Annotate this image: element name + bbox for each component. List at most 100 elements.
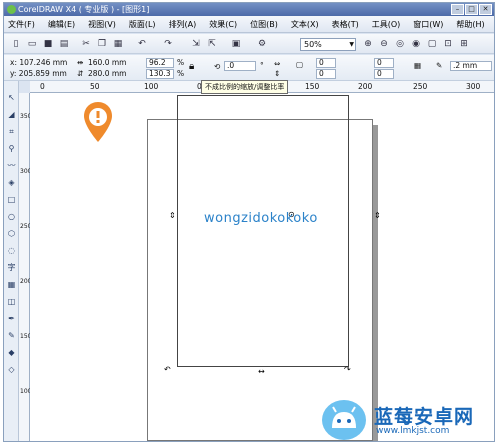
menu-table[interactable]: 表格(T) — [332, 19, 359, 30]
outline-tool-icon[interactable]: ✎ — [5, 329, 18, 342]
corner-b-field[interactable]: 0 — [316, 69, 336, 79]
text-tool-icon[interactable]: 字 — [5, 261, 18, 274]
robot-logo-icon — [322, 400, 366, 440]
chevron-down-icon: ▼ — [349, 41, 354, 48]
height-field[interactable]: 280.0 mm — [88, 69, 126, 78]
table-tool-icon[interactable]: ▦ — [5, 278, 18, 291]
crop-tool-icon[interactable]: ⌗ — [5, 125, 18, 138]
ruler-h-label: 0 — [40, 82, 45, 91]
wrap-icon[interactable]: ▦ — [414, 61, 421, 70]
maximize-button[interactable]: □ — [465, 4, 478, 15]
y-position[interactable]: y: 205.859 mm — [10, 69, 67, 78]
menu-text[interactable]: 文本(X) — [291, 19, 319, 30]
scale-y-field[interactable]: 130.3 — [146, 69, 174, 79]
width-field[interactable]: 160.0 mm — [88, 58, 126, 67]
skew-handle-bottom[interactable]: ↔ — [258, 367, 265, 376]
watermark-url: www.lmkjst.com — [376, 426, 450, 436]
zoom-width-icon[interactable]: ⊡ — [442, 38, 454, 50]
menu-bitmaps[interactable]: 位图(B) — [250, 19, 278, 30]
cut-icon[interactable]: ✂ — [80, 38, 92, 50]
shape-tool-icon[interactable]: ◢ — [5, 108, 18, 121]
menu-file[interactable]: 文件(F) — [8, 19, 35, 30]
corner-a-field[interactable]: 0 — [316, 58, 336, 68]
polygon-tool-icon[interactable]: ⬡ — [5, 227, 18, 240]
menu-layout[interactable]: 版面(L) — [129, 19, 156, 30]
interactive-fill-icon[interactable]: ◇ — [5, 363, 18, 376]
rotation-field[interactable]: .0 — [224, 61, 256, 71]
width-icon: ⇹ — [77, 58, 84, 67]
interactive-tool-icon[interactable]: ◫ — [5, 295, 18, 308]
scale-x-unit: % — [177, 58, 185, 67]
save-icon[interactable]: ■ — [42, 38, 54, 50]
zoom-selected-icon[interactable]: ◎ — [394, 38, 406, 50]
standard-toolbar: ▯ ▭ ■ ▤ ✂ ❐ ▦ ↶ ↷ ⇲ ⇱ ▣ ⚙ 50% ▼ ⊕ ⊖ ◎ ◉ … — [4, 34, 494, 54]
page-shadow — [373, 125, 378, 441]
warning-marker-icon — [84, 102, 112, 142]
property-bar: x: 107.246 mm y: 205.859 mm ⇹ 160.0 mm ⇵… — [4, 55, 494, 81]
resize-handle-right[interactable]: ⇕ — [374, 211, 381, 220]
zoom-page-icon[interactable]: ▢ — [426, 38, 438, 50]
paste-icon[interactable]: ▦ — [112, 38, 124, 50]
scale-x-field[interactable]: 96.2 — [146, 58, 174, 68]
undo-icon[interactable]: ↶ — [136, 38, 148, 50]
zoom-tool-icon[interactable]: ⚲ — [5, 142, 18, 155]
rectangle-tool-icon[interactable]: □ — [5, 193, 18, 206]
mirror-h-icon[interactable]: ⇔ — [274, 59, 280, 68]
fill-tool-icon[interactable]: ◆ — [5, 346, 18, 359]
export-icon[interactable]: ⇱ — [206, 38, 218, 50]
open-icon[interactable]: ▭ — [26, 38, 38, 50]
mirror-v-icon[interactable]: ⇕ — [274, 69, 280, 78]
eyedropper-icon[interactable]: ✒ — [5, 312, 18, 325]
menu-tools[interactable]: 工具(O) — [372, 19, 401, 30]
app-window: CorelDRAW X4 ( 专业版 ) - [图形1] – □ ✕ 文件(F)… — [3, 2, 495, 442]
basic-shapes-icon[interactable]: ◌ — [5, 244, 18, 257]
print-icon[interactable]: ▤ — [58, 38, 70, 50]
skew-handle-bottom-left[interactable]: ↶ — [164, 365, 171, 374]
toolbox: ↖ ◢ ⌗ ⚲ 〰 ◈ □ ○ ⬡ ◌ 字 ▦ ◫ ✒ ✎ ◆ ◇ — [4, 81, 19, 441]
skew-handle-bottom-right[interactable]: ↷ — [344, 365, 351, 374]
launcher-icon[interactable]: ▣ — [230, 38, 242, 50]
menu-edit[interactable]: 编辑(E) — [48, 19, 75, 30]
tooltip: 不成比例的缩放/调整比率 — [201, 80, 289, 94]
ruler-h-label: 50 — [90, 82, 100, 91]
close-button[interactable]: ✕ — [479, 4, 492, 15]
menu-arrange[interactable]: 排列(A) — [169, 19, 197, 30]
ellipse-tool-icon[interactable]: ○ — [5, 210, 18, 223]
outline-width-field[interactable]: .2 mm — [450, 61, 492, 71]
copy-icon[interactable]: ❐ — [96, 38, 108, 50]
options-icon[interactable]: ⚙ — [256, 38, 268, 50]
pick-tool-icon[interactable]: ↖ — [5, 91, 18, 104]
window-controls: – □ ✕ — [451, 4, 492, 15]
zoom-height-icon[interactable]: ⊞ — [458, 38, 470, 50]
zoom-all-icon[interactable]: ◉ — [410, 38, 422, 50]
app-logo-icon — [7, 5, 16, 14]
menu-window[interactable]: 窗口(W) — [413, 19, 443, 30]
selection-box[interactable] — [177, 95, 349, 367]
height-icon: ⇵ — [77, 69, 84, 78]
watermark: 蓝莓安卓网 www.lmkjst.com — [318, 398, 498, 444]
logo-text[interactable]: wongzidokokoko — [204, 211, 318, 226]
corner-d-field[interactable]: 0 — [374, 69, 394, 79]
title-bar: CorelDRAW X4 ( 专业版 ) - [图形1] – □ ✕ — [4, 3, 494, 16]
menu-effects[interactable]: 效果(C) — [209, 19, 237, 30]
vertical-ruler[interactable]: 350 300 250 200 150 100 — [19, 93, 31, 441]
import-icon[interactable]: ⇲ — [190, 38, 202, 50]
x-position[interactable]: x: 107.246 mm — [10, 58, 67, 67]
menu-help[interactable]: 帮助(H) — [456, 19, 484, 30]
new-icon[interactable]: ▯ — [10, 38, 22, 50]
corner-c-field[interactable]: 0 — [374, 58, 394, 68]
menu-view[interactable]: 视图(V) — [88, 19, 116, 30]
zoom-out-icon[interactable]: ⊖ — [378, 38, 390, 50]
freehand-tool-icon[interactable]: 〰 — [5, 159, 18, 172]
ruler-h-label: 150 — [305, 82, 320, 91]
smart-fill-icon[interactable]: ◈ — [5, 176, 18, 189]
pen-icon: ✎ — [436, 61, 443, 70]
ruler-h-label: 300 — [466, 82, 481, 91]
zoom-level-select[interactable]: 50% ▼ — [300, 38, 356, 51]
window-title: CorelDRAW X4 ( 专业版 ) - [图形1] — [18, 5, 150, 14]
zoom-in-icon[interactable]: ⊕ — [362, 38, 374, 50]
lock-ratio-icon[interactable]: 🔒︎ — [189, 61, 194, 72]
resize-handle-left[interactable]: ⇕ — [169, 211, 176, 220]
redo-icon[interactable]: ↷ — [162, 38, 174, 50]
minimize-button[interactable]: – — [451, 4, 464, 15]
